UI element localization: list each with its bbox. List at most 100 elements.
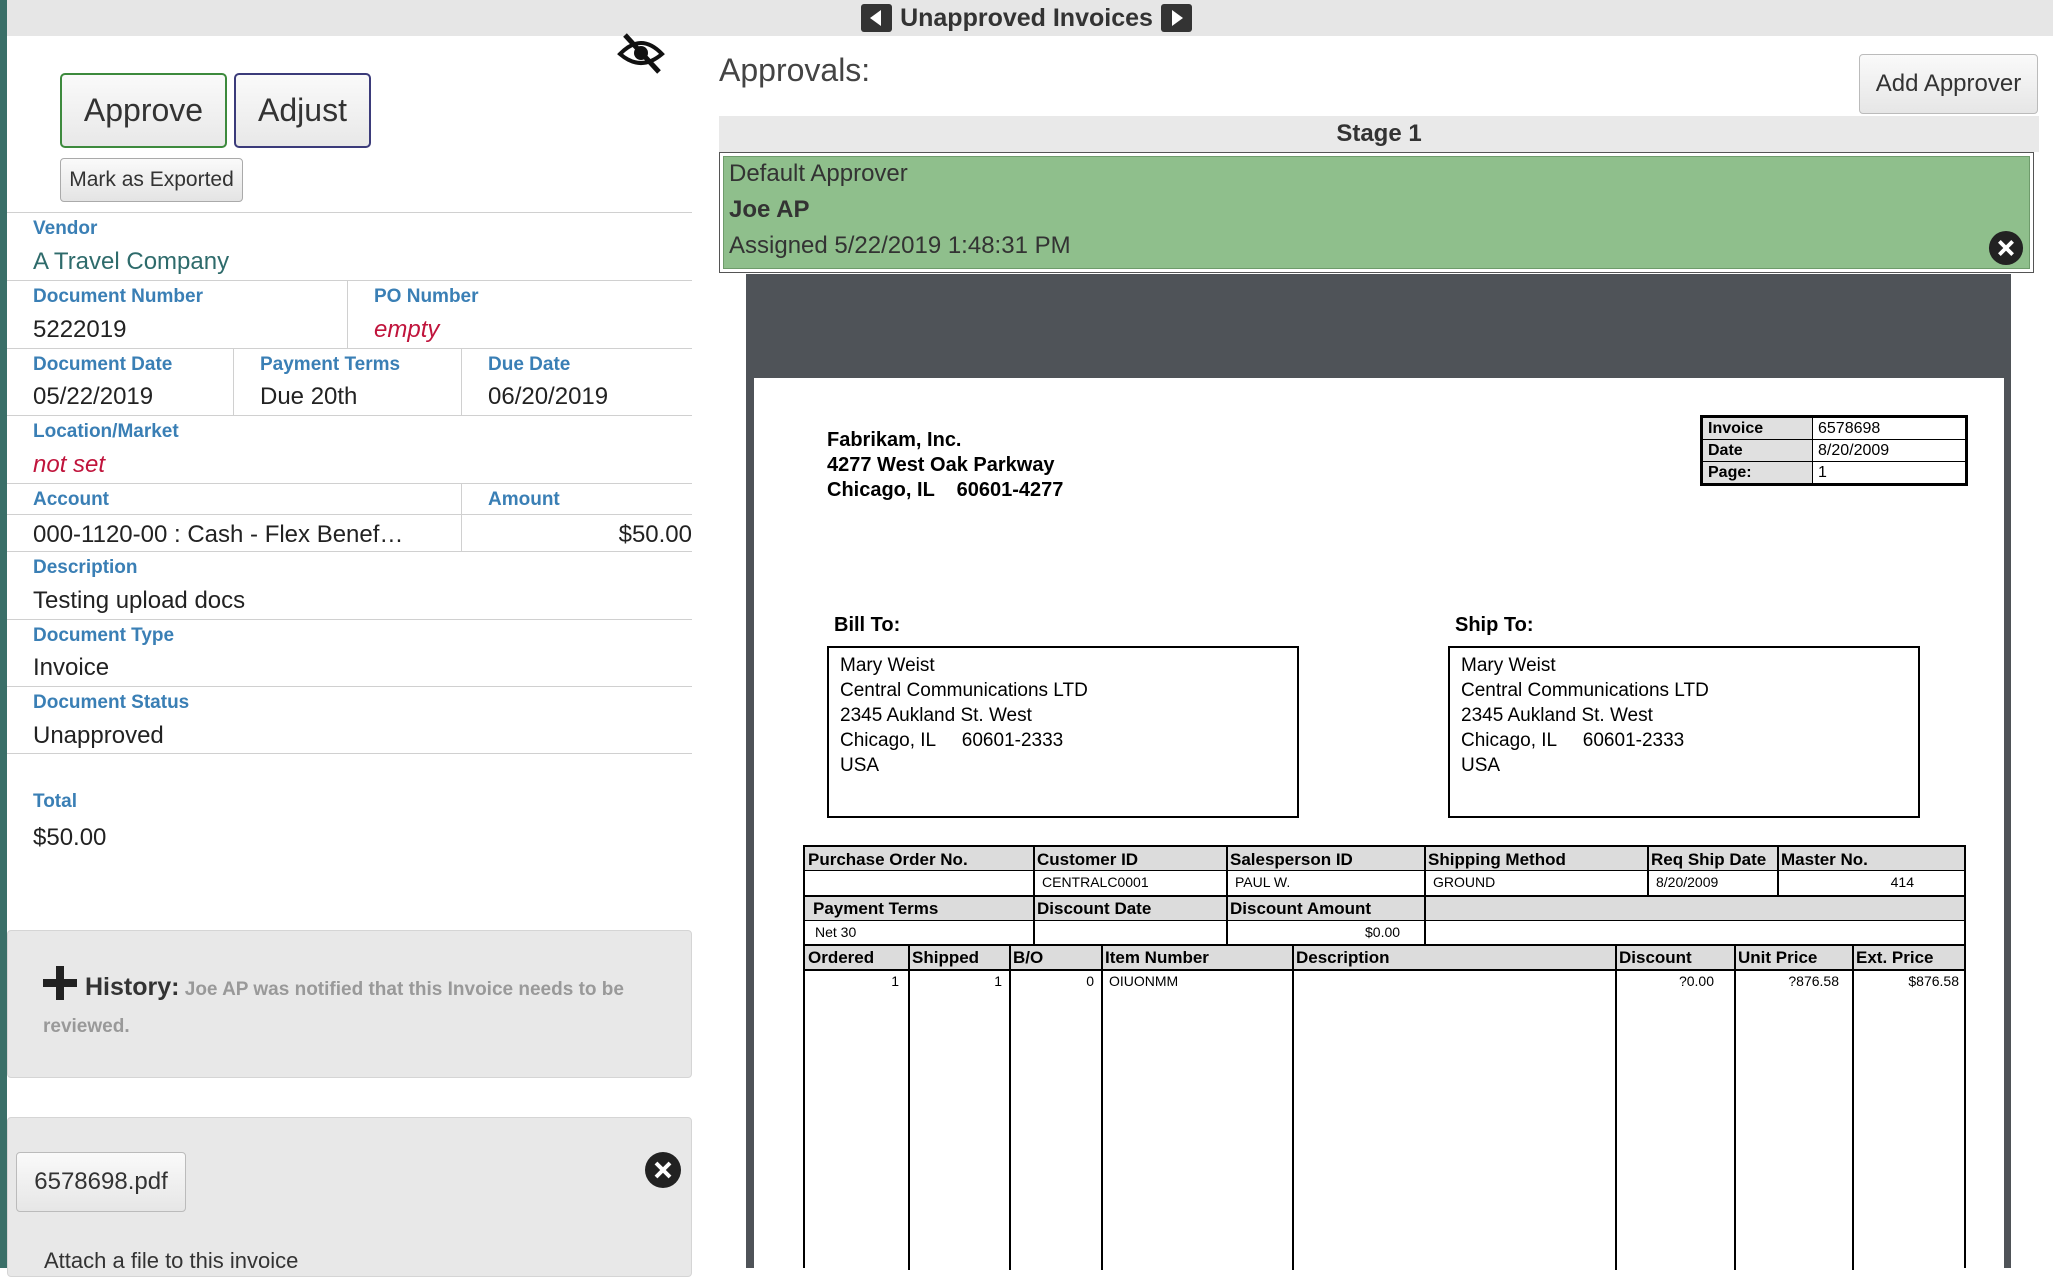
approver-name: Joe AP	[729, 196, 810, 223]
history-label: History:	[85, 973, 180, 1001]
col-payment-terms: Payment Terms	[813, 899, 939, 918]
payment-terms-value[interactable]: Due 20th	[260, 383, 357, 411]
approvals-title: Approvals:	[719, 52, 871, 88]
description-label: Description	[33, 557, 138, 578]
location-value[interactable]: not set	[33, 451, 105, 479]
ext-price-cell: $876.58	[1908, 973, 1959, 989]
ship-to-box: Mary Weist Central Communications LTD 23…	[1448, 646, 1920, 818]
document-date-value[interactable]: 05/22/2019	[33, 383, 153, 411]
grid-rule	[1101, 944, 1103, 1270]
approve-button[interactable]: Approve	[60, 73, 227, 148]
company-city: Chicago, IL 60601-4277	[827, 479, 1064, 501]
attach-file-link[interactable]: Attach a file to this invoice	[44, 1248, 298, 1274]
col-master-no: Master No.	[1781, 850, 1868, 869]
document-number-value[interactable]: 5222019	[33, 316, 126, 344]
invoice-grid: Purchase Order No. Customer ID Salespers…	[803, 845, 1966, 1270]
invoice-navigator: Unapproved Invoices	[0, 3, 2053, 33]
eye-slash-icon[interactable]	[617, 32, 665, 74]
payment-terms-label: Payment Terms	[260, 354, 401, 375]
grid-rule	[1777, 847, 1779, 895]
col-salesperson-id: Salesperson ID	[1230, 850, 1353, 869]
previous-arrow-icon[interactable]	[861, 4, 893, 33]
grid-rule	[1226, 847, 1228, 895]
col-shipped: Shipped	[912, 948, 980, 967]
invoice-page: Fabrikam, Inc. 4277 West Oak Parkway Chi…	[754, 378, 2004, 1270]
account-label: Account	[33, 489, 109, 510]
unit-price-cell: ?876.58	[1788, 973, 1839, 989]
mark-as-exported-button[interactable]: Mark as Exported	[60, 158, 243, 202]
master-no-cell: 414	[1890, 874, 1914, 890]
col-req-ship-date: Req Ship Date	[1651, 850, 1767, 869]
document-type-value[interactable]: Invoice	[33, 654, 109, 682]
grid-rule	[1647, 847, 1649, 895]
approver-card: Default Approver Joe AP Assigned 5/22/20…	[719, 152, 2034, 273]
ship-to-line: Central Communications LTD	[1461, 680, 1709, 701]
account-row: Account 000-1120-00 : Cash - Flex Benef……	[7, 483, 692, 551]
dates-row: Document Date 05/22/2019 Payment Terms D…	[7, 348, 692, 415]
grid-rule	[1009, 944, 1011, 1270]
description-value[interactable]: Testing upload docs	[33, 587, 245, 615]
approver-assigned: Assigned 5/22/2019 1:48:31 PM	[729, 232, 1071, 259]
account-value[interactable]: 000-1120-00 : Cash - Flex Benef…	[33, 521, 403, 549]
vendor-field: Vendor A Travel Company	[7, 212, 692, 280]
ordered-cell: 1	[891, 973, 899, 989]
col-ext-price: Ext. Price	[1856, 948, 1934, 967]
grid-rule	[1424, 847, 1426, 895]
grid-rule	[1734, 944, 1736, 1270]
add-approver-button[interactable]: Add Approver	[1859, 54, 2038, 114]
document-number-label: Document Number	[33, 286, 203, 307]
bill-to-label: Bill To:	[834, 614, 901, 636]
remove-attachment-icon[interactable]	[644, 1151, 682, 1189]
grid-rule	[805, 895, 1964, 897]
amount-value[interactable]: $50.00	[619, 521, 692, 549]
col-discount-amount: Discount Amount	[1230, 899, 1372, 918]
location-field: Location/Market not set	[7, 415, 692, 483]
ship-to-line: USA	[1461, 755, 1501, 776]
amount-label: Amount	[488, 489, 560, 510]
grid-rule	[1033, 847, 1035, 895]
company-address: Fabrikam, Inc. 4277 West Oak Parkway Chi…	[827, 428, 1063, 503]
location-label: Location/Market	[33, 421, 179, 442]
remove-approver-icon[interactable]	[1988, 230, 2024, 266]
discount-cell: ?0.00	[1678, 973, 1714, 989]
grid-header-band	[805, 896, 1964, 920]
invoice-date-label: Date	[1702, 439, 1813, 462]
total-label: Total	[33, 791, 77, 812]
grid-rule	[1424, 895, 1426, 944]
company-street: 4277 West Oak Parkway	[827, 454, 1055, 476]
due-date-value[interactable]: 06/20/2019	[488, 383, 608, 411]
col-ordered: Ordered	[808, 948, 875, 967]
bo-cell: 0	[1086, 973, 1094, 989]
grid-rule	[805, 969, 1964, 971]
vendor-value[interactable]: A Travel Company	[33, 248, 229, 276]
next-arrow-icon[interactable]	[1160, 4, 1192, 33]
invoice-number-value: 6578698	[1812, 417, 1966, 440]
grid-rule	[1226, 895, 1228, 944]
payment-terms-cell: Net 30	[815, 924, 857, 940]
approver-role: Default Approver	[729, 160, 908, 187]
document-status-label: Document Status	[33, 692, 190, 713]
document-status-field: Document Status Unapproved	[7, 686, 692, 754]
discount-amount-cell: $0.00	[1365, 924, 1401, 940]
history-panel[interactable]: History: Joe AP was notified that this I…	[7, 930, 692, 1078]
total-field: Total $50.00	[7, 786, 692, 866]
col-shipping-method: Shipping Method	[1428, 850, 1566, 869]
po-number-value[interactable]: empty	[374, 316, 439, 344]
invoice-page-value: 1	[1812, 461, 1966, 484]
col-po-number: Purchase Order No.	[808, 850, 968, 869]
attachment-file-button[interactable]: 6578698.pdf	[16, 1152, 186, 1212]
due-date-label: Due Date	[488, 354, 571, 375]
col-customer-id: Customer ID	[1037, 850, 1139, 869]
req-ship-date-cell: 8/20/2009	[1656, 874, 1719, 890]
grid-rule	[908, 944, 910, 1270]
invoice-number-label: Invoice	[1702, 417, 1813, 440]
item-number-cell: OIUONMM	[1109, 973, 1179, 989]
shipping-method-cell: GROUND	[1433, 874, 1496, 890]
bill-to-line: Central Communications LTD	[840, 680, 1088, 701]
left-edge-strip	[0, 0, 7, 1268]
col-discount: Discount	[1619, 948, 1692, 967]
adjust-button[interactable]: Adjust	[234, 73, 371, 148]
grid-rule	[1615, 944, 1617, 1270]
account-divider	[7, 514, 692, 515]
history-text: History: Joe AP was notified that this I…	[43, 969, 673, 1045]
